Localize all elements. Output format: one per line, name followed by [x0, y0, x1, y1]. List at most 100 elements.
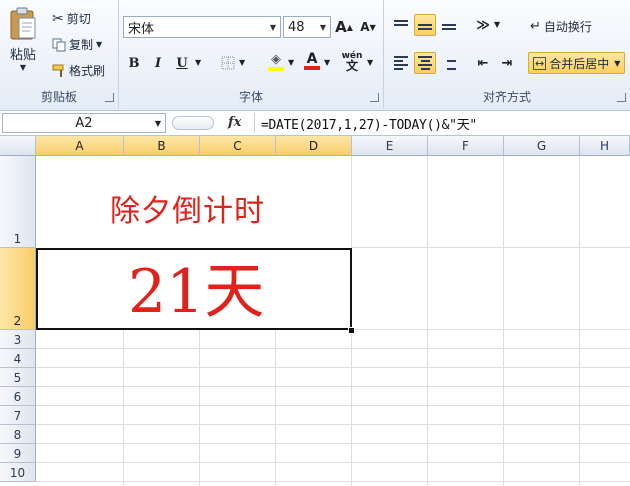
cut-button[interactable]: ✂ 剪切	[52, 10, 91, 27]
bold-button[interactable]: B	[123, 52, 145, 74]
font-group: 宋体 ▼ 48 ▼ A ▲ A ▼ B I U ▼ ▼ ◈ ▼ A ▼ wén …	[119, 0, 384, 108]
align-top-button[interactable]	[390, 14, 412, 36]
font-size-combobox[interactable]: 48 ▼	[283, 16, 331, 38]
name-box[interactable]: A2 ▼	[2, 113, 166, 133]
font-color-icon: A	[306, 51, 318, 67]
align-left-icon	[394, 56, 408, 70]
chevron-down-icon: ▼	[319, 22, 327, 32]
align-center-button[interactable]	[414, 52, 436, 74]
gridline	[503, 156, 504, 486]
column-header-g[interactable]: G	[504, 136, 580, 156]
italic-button[interactable]: I	[147, 52, 169, 74]
format-painter-label: 格式刷	[69, 64, 106, 78]
merge-cells-icon: ↔	[533, 56, 547, 70]
column-label: G	[536, 138, 547, 153]
align-right-icon	[442, 56, 456, 70]
row-label: 8	[13, 428, 22, 442]
row-header-4[interactable]: 4	[0, 349, 36, 368]
row-header-9[interactable]: 9	[0, 444, 36, 463]
phonetic-guide-button[interactable]: wén 文	[341, 50, 363, 72]
gridline	[36, 424, 630, 425]
fill-color-button[interactable]: ◈	[265, 50, 287, 72]
dialog-launcher-icon[interactable]	[617, 93, 626, 102]
row-header-6[interactable]: 6	[0, 387, 36, 406]
increase-indent-button[interactable]: ⇥	[496, 52, 518, 74]
chevron-down-icon[interactable]: ▼	[288, 58, 294, 67]
align-right-button[interactable]	[438, 52, 460, 74]
chevron-down-icon[interactable]: ▼	[494, 20, 500, 29]
chevron-down-icon[interactable]: ▼	[239, 58, 245, 67]
grow-font-button[interactable]: A ▲	[333, 16, 355, 38]
row-header-1[interactable]: 1	[0, 156, 36, 248]
column-header-a[interactable]: A	[36, 136, 124, 156]
row-header-8[interactable]: 8	[0, 425, 36, 444]
align-bottom-icon	[442, 20, 456, 30]
font-name-value: 宋体	[128, 21, 155, 37]
formula-text: =DATE(2017,1,27)-TODAY()&"天"	[261, 117, 477, 133]
chevron-down-icon[interactable]: ▼	[367, 58, 373, 67]
copy-button[interactable]: 复制 ▼	[52, 36, 102, 53]
row-header-10[interactable]: 10	[0, 463, 36, 482]
chevron-down-icon[interactable]: ▼	[324, 58, 330, 67]
insert-function-icon[interactable]: fx	[228, 115, 241, 130]
row-header-2[interactable]: 2	[0, 248, 36, 330]
clipboard-icon	[10, 7, 36, 40]
shrink-font-icon: A	[360, 20, 370, 34]
dialog-launcher-icon[interactable]	[370, 93, 379, 102]
font-name-combobox[interactable]: 宋体 ▼	[123, 16, 281, 38]
row-label: 3	[13, 333, 22, 347]
row-label: 5	[13, 371, 22, 385]
column-header-b[interactable]: B	[124, 136, 200, 156]
gridline	[36, 481, 630, 482]
align-left-button[interactable]	[390, 52, 412, 74]
orientation-button[interactable]: ≫	[472, 14, 494, 36]
gridline	[427, 156, 428, 486]
row-label: 10	[9, 466, 26, 480]
column-header-e[interactable]: E	[352, 136, 428, 156]
paste-button[interactable]: 粘贴 ▼	[8, 6, 38, 72]
merge-center-label: 合并后居中	[549, 56, 610, 71]
alignment-group: ≫ ▼ ↵ 自动换行 ⇤ ⇥ ↔ 合并后居中 ▼ 对齐方式	[384, 0, 630, 108]
align-bottom-button[interactable]	[438, 14, 460, 36]
row-label: 4	[13, 352, 22, 366]
scissors-icon: ✂	[52, 10, 64, 27]
font-color-button[interactable]: A	[301, 50, 323, 72]
dialog-launcher-icon[interactable]	[105, 93, 114, 102]
column-label: H	[599, 138, 610, 153]
paste-label: 粘贴	[9, 48, 36, 63]
chevron-down-icon: ▼	[614, 58, 621, 68]
text-orientation-icon: ≫	[476, 17, 490, 33]
borders-button[interactable]	[217, 52, 239, 74]
formula-input[interactable]: =DATE(2017,1,27)-TODAY()&"天"	[254, 113, 628, 133]
column-header-d[interactable]: D	[276, 136, 352, 156]
align-center-icon	[418, 56, 432, 70]
align-middle-icon	[418, 20, 432, 30]
column-header-c[interactable]: C	[200, 136, 276, 156]
gridline	[36, 348, 630, 349]
cell-a1-merged[interactable]: 除夕倒计时	[110, 186, 265, 230]
chevron-down-icon[interactable]: ▼	[195, 58, 201, 67]
column-header-f[interactable]: F	[428, 136, 504, 156]
row-header-7[interactable]: 7	[0, 406, 36, 425]
shrink-font-button[interactable]: A ▼	[357, 16, 379, 38]
wrap-text-button[interactable]: ↵ 自动换行	[530, 18, 592, 35]
chevron-down-icon: ▼	[19, 63, 27, 72]
paint-bucket-icon: ◈	[271, 51, 281, 67]
formula-bar-splitter[interactable]	[172, 116, 214, 130]
format-painter-button[interactable]: 格式刷	[52, 62, 105, 79]
countdown-days-value: 21天	[128, 257, 265, 327]
fill-handle[interactable]	[348, 327, 355, 334]
wrap-text-icon: ↵	[530, 19, 541, 34]
merge-center-button[interactable]: ↔ 合并后居中 ▼	[528, 52, 626, 74]
row-header-3[interactable]: 3	[0, 330, 36, 349]
select-all-corner[interactable]	[0, 136, 36, 156]
row-header-5[interactable]: 5	[0, 368, 36, 387]
underline-button[interactable]: U	[171, 52, 193, 74]
align-top-icon	[394, 20, 408, 30]
align-middle-button[interactable]	[414, 14, 436, 36]
column-header-h[interactable]: H	[580, 136, 630, 156]
grow-font-icon: A	[335, 18, 347, 36]
copy-icon	[52, 38, 66, 51]
phonetic-char-icon: 文	[345, 59, 358, 73]
decrease-indent-button[interactable]: ⇤	[472, 52, 494, 74]
